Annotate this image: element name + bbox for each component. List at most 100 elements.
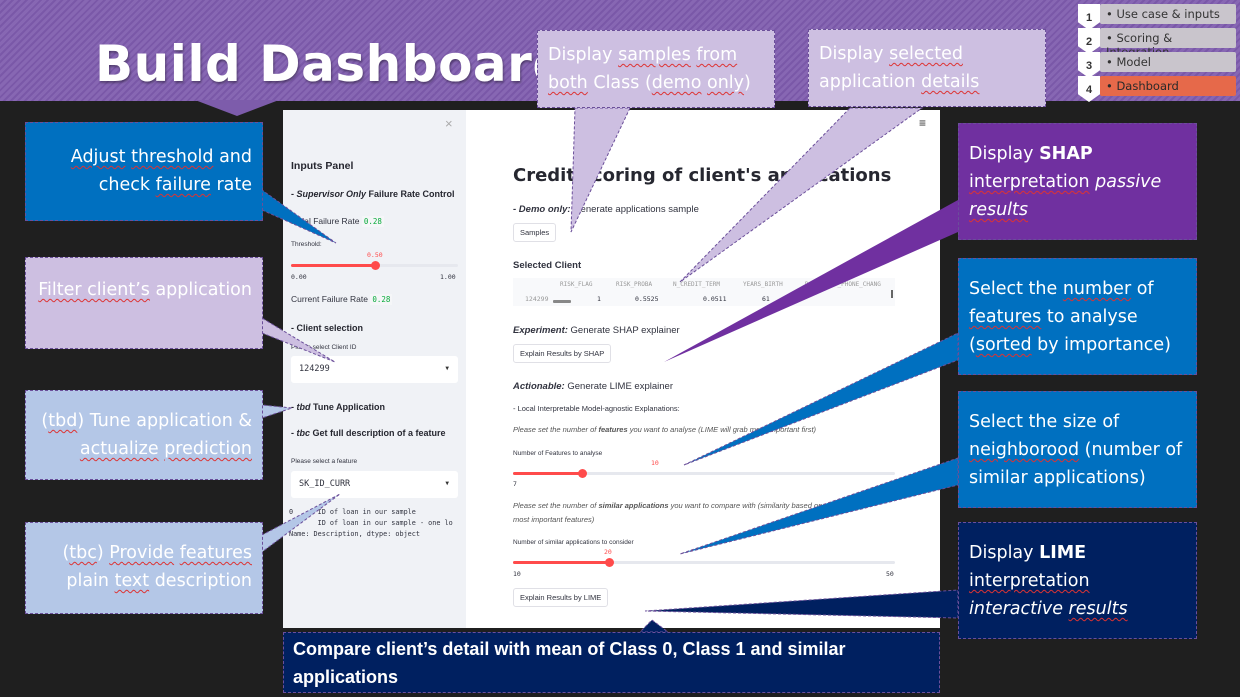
help-pre: Please set the number of (513, 425, 599, 434)
step-2: 2 • Scoring & Integration (1078, 28, 1236, 59)
feature-select[interactable]: SK_ID_CURR ▼ (291, 471, 458, 498)
heading-rest: Failure Rate Control (366, 189, 455, 199)
callout-text-run: application (819, 72, 922, 92)
slider-thumb[interactable] (577, 469, 587, 478)
callout-threshold: Adjust threshold and check failure rate (25, 122, 263, 221)
table-header: N_CREDIT_TERM (673, 281, 720, 288)
callout-text-run: SHAP (1039, 144, 1093, 164)
callout-text-run: Select the (969, 279, 1063, 299)
callout-text-run: Display (969, 144, 1040, 164)
current-failure-value: 0.28 (370, 294, 393, 305)
samples-button[interactable]: Samples (513, 223, 557, 242)
similar-help-text-line2: most important features) (513, 515, 595, 524)
table-header: RISK_PROBA (616, 281, 653, 288)
client-id-value: 124299 (299, 364, 330, 374)
callout-neighborhood: Select the size of neighborood (number o… (958, 391, 1197, 508)
lime-subtitle: - Local Interpretable Model-agnostic Exp… (513, 404, 680, 413)
lime-rest: Generate LIME explainer (564, 381, 673, 392)
callout-text-run: details (921, 72, 980, 92)
table-cell: 1 (597, 295, 601, 303)
callout-text-run: demo (651, 73, 702, 93)
features-slider-label: Number of Features to analyse (513, 450, 603, 457)
explain-shap-button[interactable]: Explain Results by SHAP (513, 344, 612, 363)
close-icon[interactable]: × (445, 116, 453, 131)
table-cell: 0.0511 (703, 295, 727, 303)
callout-selected-details: Display selected application details (808, 29, 1046, 107)
callout-text-run: interpretation (969, 172, 1090, 192)
callout-text-run: LIME (1039, 543, 1087, 563)
step-1: 1 • Use case & inputs (1078, 4, 1236, 30)
feature-select-label: Please select a feature (291, 458, 358, 465)
callout-text-run: features (179, 543, 252, 563)
step-4-active: 4 • Dashboard (1078, 76, 1236, 102)
slider-fill (291, 264, 375, 267)
lime-italic: Actionable: (513, 381, 565, 392)
table-row-index: 124299 (525, 295, 549, 303)
description-section-heading: - tbc Get full description of a feature (291, 428, 461, 438)
threshold-label: Threshold: (291, 241, 322, 248)
callout-text-run: passive (1095, 172, 1162, 192)
callout-text-run: plain (66, 571, 115, 591)
current-failure-label: Current Failure Rate (291, 294, 369, 304)
callout-text-run: ) (744, 73, 751, 93)
table-header: RISK_FLAG (560, 281, 593, 288)
callout-text-run: text (114, 571, 150, 591)
callout-text-run: both (548, 73, 588, 93)
callout-number-of-features: Select the number of features to analyse… (958, 258, 1197, 375)
table-header: DAYS_LAST_PHONE_CHANG (805, 281, 881, 288)
client-id-select[interactable]: 124299 ▼ (291, 356, 458, 383)
tune-section-heading: - tbd Tune Application (291, 402, 461, 412)
heading-italic: tbd (296, 402, 311, 412)
hamburger-menu-icon[interactable]: ≡ (919, 116, 926, 130)
callout-text-run: threshold (131, 147, 214, 167)
callout-text-run: number (1062, 279, 1132, 299)
description-line: ID of loan in our sample - one lo (289, 519, 453, 527)
threshold-min: 0.00 (291, 273, 307, 281)
callout-text-run: Display (548, 45, 619, 65)
table-header: YEARS_BIRTH (743, 281, 783, 288)
description-line: 0 ID of loan in our sample (289, 508, 416, 516)
horizontal-scrollbar[interactable] (553, 300, 571, 303)
callout-tune-application: (tbd) Tune application & actualize predi… (25, 390, 263, 480)
similar-slider[interactable] (513, 558, 895, 567)
step-label: • Model (1100, 52, 1236, 72)
callout-text-run: Class ( (587, 73, 652, 93)
feature-value: SK_ID_CURR (299, 479, 351, 489)
slider-thumb[interactable] (604, 558, 614, 567)
features-slider[interactable] (513, 469, 895, 478)
callout-text-run: neighborood (969, 440, 1080, 460)
similar-slider-min: 10 (513, 570, 521, 578)
shap-rest: Generate SHAP explainer (567, 325, 680, 336)
callout-text-run: failure (155, 175, 211, 195)
threshold-slider[interactable] (291, 261, 458, 270)
step-label: • Use case & inputs (1100, 4, 1236, 24)
demo-heading: - Demo only: Generate applications sampl… (513, 204, 699, 215)
help-bold: features (598, 425, 628, 434)
vertical-scrollbar[interactable] (891, 290, 893, 298)
callout-text-run: tbc (69, 543, 97, 563)
selected-client-heading: Selected Client (513, 260, 582, 271)
description-line: Name: Description, dtype: object (289, 530, 420, 538)
callout-text-run: rate (210, 175, 252, 195)
similar-slider-label: Number of similar applications to consid… (513, 539, 634, 546)
callout-compare: Compare client’s detail with mean of Cla… (283, 632, 940, 693)
callout-text-run: of (1131, 279, 1154, 299)
explain-lime-button[interactable]: Explain Results by LIME (513, 588, 609, 607)
header-notch (195, 100, 279, 116)
callout-text-run: selected (889, 44, 963, 64)
callout-text-run: samples (618, 45, 691, 65)
selected-client-table[interactable]: RISK_FLAG RISK_PROBA N_CREDIT_TERM YEARS… (513, 278, 895, 306)
callout-filter-client: Filter client’s application (25, 257, 263, 349)
streamlit-app: × Inputs Panel - Supervisor Only Failure… (283, 110, 940, 628)
callout-text-run: Provide (109, 543, 175, 563)
slider-thumb[interactable] (370, 261, 380, 270)
callout-text-run: application (149, 280, 252, 300)
callout-text-run: ) (96, 543, 110, 563)
failure-section-heading: - Supervisor Only Failure Rate Control (291, 189, 461, 199)
callout-samples: Display samples from both Class (demo on… (537, 30, 775, 108)
callout-text-run: interpretation (969, 571, 1090, 591)
help-post: you want to compare with (similarity bas… (668, 501, 823, 510)
step-label: • Scoring & Integration (1100, 28, 1236, 59)
similar-help-text: Please set the number of similar applica… (513, 501, 822, 510)
initial-failure-rate: Initial Failure Rate 0.28 (291, 216, 384, 227)
